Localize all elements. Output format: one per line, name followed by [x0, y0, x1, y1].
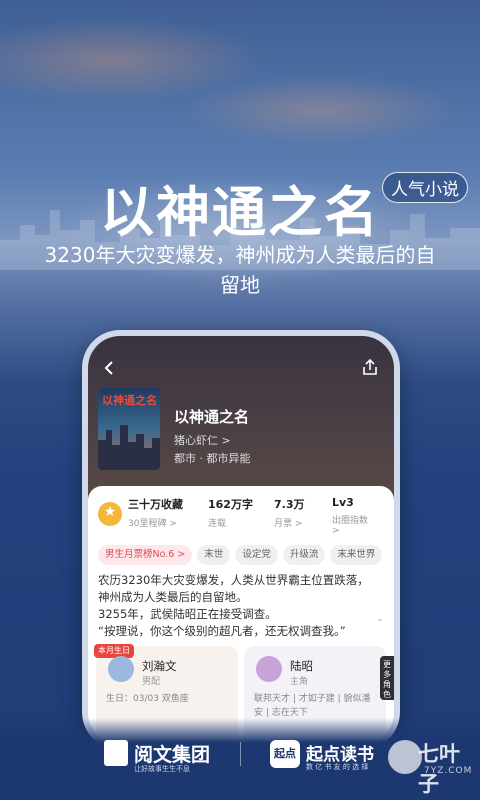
tag-item[interactable]: 末世	[197, 545, 231, 565]
cover-buildings	[98, 425, 160, 470]
stat-word-count: 162万字 连载	[208, 498, 253, 529]
book-genre: 都市 · 都市异能	[174, 452, 251, 465]
book-info-card: ★ 三十万收藏 30里程碑 > 162万字 连载 7.3万 月票 > Lv3 出…	[88, 486, 394, 744]
star-medal-icon: ★	[98, 502, 122, 526]
back-icon[interactable]	[100, 358, 120, 378]
share-icon[interactable]	[360, 358, 380, 378]
ranking-tag[interactable]: 男生月票榜No.6 >	[98, 545, 193, 565]
hero-subtitle: 3230年大灾变爆发，神州成为人类最后的自留地	[44, 243, 436, 297]
popular-novel-badge: 人气小说	[382, 172, 468, 203]
watermark-leaf-icon	[388, 740, 422, 774]
qidian-logo: 起点 起点读书 数 亿 书 友 的 选 择	[270, 740, 380, 771]
stat-collections[interactable]: 三十万收藏 30里程碑 >	[128, 496, 183, 529]
qidian-mark-icon: 起点	[270, 740, 300, 768]
book-cover[interactable]: 以神通之名	[98, 388, 160, 470]
yuewen-logo: 阅文集团 让好故事生生不息	[104, 740, 224, 773]
yuewen-mark-icon	[104, 740, 128, 766]
tag-list: 男生月票榜No.6 > 末世 设定党 升级流 末来世界	[98, 542, 387, 565]
book-title: 以神通之名	[174, 408, 250, 426]
logo-divider	[240, 742, 241, 766]
tag-item[interactable]: 升级流	[282, 545, 326, 565]
more-characters-tab[interactable]: 更多角色	[380, 656, 394, 700]
character-role: 主角	[290, 677, 309, 687]
stat-popularity-index[interactable]: Lv3 出圈指数 >	[332, 496, 378, 536]
phone-mockup: 以神通之名 以神通之名 猪心虾仁 > 都市 · 都市异能 ★ 三十万收藏 30里…	[82, 330, 400, 750]
cover-title: 以神通之名	[102, 394, 157, 407]
book-description: 农历3230年大灾变爆发，人类从世界霸主位置跌落，神州成为人类最后的自留地。 3…	[98, 573, 369, 638]
author-link[interactable]: 猪心虾仁 >	[174, 432, 231, 448]
stat-monthly-tickets[interactable]: 7.3万 月票 >	[274, 496, 305, 529]
character-name: 陆昭	[290, 659, 313, 673]
character-info: 生日：03/03 双鱼座	[106, 694, 189, 704]
phone-screen: 以神通之名 以神通之名 猪心虾仁 > 都市 · 都市异能 ★ 三十万收藏 30里…	[88, 336, 394, 744]
book-stats: ★ 三十万收藏 30里程碑 > 162万字 连载 7.3万 月票 > Lv3 出…	[98, 496, 378, 536]
birthday-badge: 本月生日	[94, 644, 134, 658]
character-role: 男配	[142, 677, 161, 687]
avatar	[256, 656, 282, 682]
character-info: 联邦天才 | 才如子建 | 貌似潘安 | 志在天下	[254, 694, 371, 718]
tag-item[interactable]: 末来世界	[330, 545, 383, 565]
watermark: 七叶子 7YZ.COM	[388, 738, 471, 796]
avatar	[108, 656, 134, 682]
tag-item[interactable]: 设定党	[235, 545, 278, 565]
expand-chevron-icon[interactable]: ⌄	[376, 614, 384, 624]
character-name: 刘瀚文	[142, 659, 177, 673]
